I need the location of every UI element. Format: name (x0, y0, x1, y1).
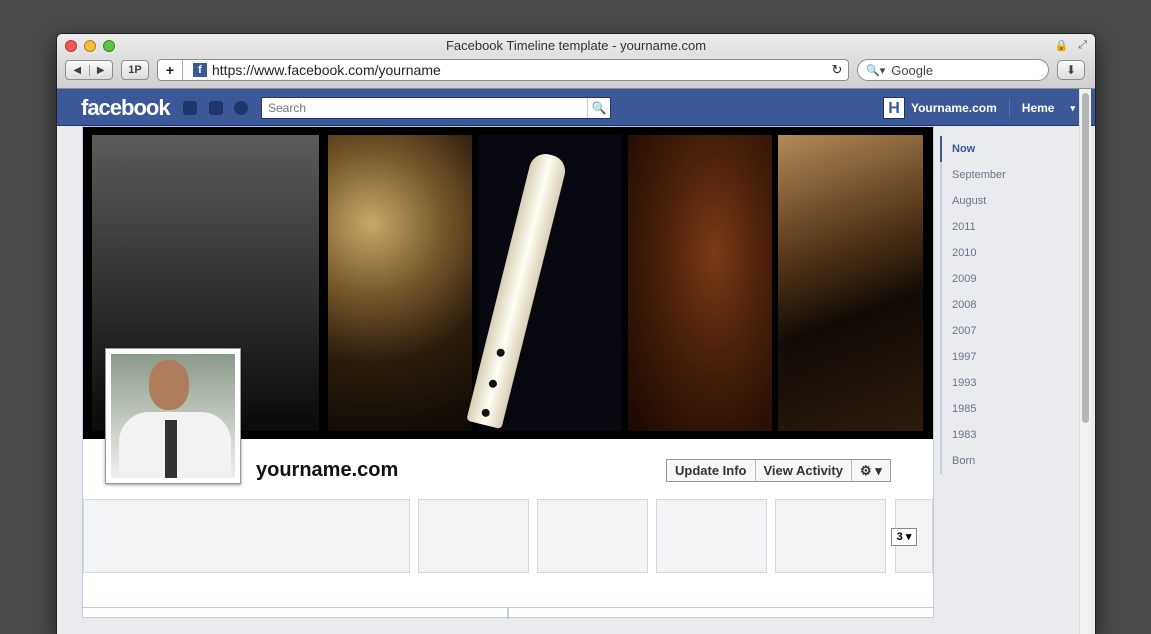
back-button[interactable]: ◀ (66, 65, 89, 76)
browser-search-placeholder: Google (891, 62, 934, 78)
more-tiles-button[interactable]: 3 ▾ (891, 528, 917, 546)
home-link[interactable]: Heme (1022, 101, 1055, 115)
scrubber-item-august[interactable]: August (940, 188, 1080, 214)
about-tile[interactable] (83, 499, 410, 573)
title-bar: Facebook Timeline template - yourname.co… (57, 34, 1095, 89)
user-nav: H Yourname.com Heme ▾ (882, 97, 1075, 119)
search-icon: 🔍▾ (866, 64, 886, 77)
search-button-icon[interactable]: 🔍 (587, 98, 610, 118)
profile-picture[interactable] (105, 348, 241, 484)
profile-photo (111, 354, 235, 478)
profile-tiles: 3 ▾ (83, 499, 933, 575)
update-info-button[interactable]: Update Info (667, 460, 756, 481)
facebook-favicon-icon: f (193, 63, 207, 77)
settings-gear-icon[interactable]: ⚙ ▾ (852, 460, 890, 481)
facebook-search-input[interactable] (262, 98, 587, 118)
reload-icon[interactable]: ↻ (826, 62, 848, 78)
recorder-hole (495, 347, 506, 358)
nav-divider (1008, 99, 1010, 117)
address-bar[interactable]: + f https://www.facebook.com/yourname ↻ (157, 59, 849, 81)
downloads-button[interactable]: ⬇ (1057, 60, 1085, 80)
facebook-top-bar: facebook 🔍 H Yourname.com Heme ▾ (57, 89, 1095, 126)
back-forward-buttons: ◀ ▶ (65, 60, 113, 80)
photos-tile[interactable] (537, 499, 648, 573)
notifications-icon[interactable] (234, 101, 248, 115)
window-icons: 🔒 ⤢ (1054, 39, 1087, 52)
scrollbar-thumb[interactable] (1082, 93, 1089, 423)
url-text[interactable]: https://www.facebook.com/yourname (212, 62, 826, 78)
add-bookmark-button[interactable]: + (158, 60, 183, 80)
scrubber-item-1985[interactable]: 1985 (940, 396, 1080, 422)
scrubber-item-1983[interactable]: 1983 (940, 422, 1080, 448)
facebook-logo[interactable]: facebook (81, 95, 171, 121)
cover-panel-recorder (466, 135, 622, 431)
browser-search-field[interactable]: 🔍▾ Google (857, 59, 1049, 81)
recorder-hole (488, 378, 498, 389)
view-activity-button[interactable]: View Activity (756, 460, 852, 481)
recorder-hole (480, 408, 491, 418)
scrubber-item-2009[interactable]: 2009 (940, 266, 1080, 292)
scrubber-item-2007[interactable]: 2007 (940, 318, 1080, 344)
user-name-link[interactable]: Yourname.com (911, 101, 997, 115)
cover-panel-trumpet (328, 135, 472, 431)
recorder-image (466, 150, 569, 430)
timeline-scrubber: Now September August 2011 2010 2009 2008… (940, 136, 1080, 474)
profile-name[interactable]: yourname.com (256, 459, 398, 482)
profile-actions: Update Info View Activity ⚙ ▾ (666, 459, 891, 482)
scrubber-item-born[interactable]: Born (940, 448, 1080, 474)
profile-head (149, 360, 189, 410)
browser-window: Facebook Timeline template - yourname.co… (57, 34, 1095, 634)
page-scrollbar[interactable] (1079, 89, 1091, 634)
messages-icon[interactable] (209, 101, 223, 115)
likes-tile[interactable] (775, 499, 886, 573)
scrubber-item-2008[interactable]: 2008 (940, 292, 1080, 318)
facebook-search-box: 🔍 (261, 97, 611, 119)
fullscreen-icon[interactable]: ⤢ (1078, 39, 1087, 52)
scrubber-item-1997[interactable]: 1997 (940, 344, 1080, 370)
user-avatar[interactable]: H (882, 97, 905, 119)
cover-panel-piano (778, 135, 923, 431)
scrubber-item-september[interactable]: September (940, 162, 1080, 188)
friends-tile[interactable] (418, 499, 529, 573)
map-tile[interactable] (656, 499, 767, 573)
scrubber-item-2011[interactable]: 2011 (940, 214, 1080, 240)
window-title: Facebook Timeline template - yourname.co… (445, 38, 707, 53)
forward-button[interactable]: ▶ (88, 64, 113, 76)
scrubber-item-now[interactable]: Now (940, 136, 1080, 162)
lock-icon: 🔒 (1054, 40, 1069, 52)
scrubber-item-2010[interactable]: 2010 (940, 240, 1080, 266)
facebook-page: facebook 🔍 H Yourname.com Heme ▾ (57, 89, 1095, 634)
timeline-content: yourname.com Update Info View Activity ⚙… (82, 126, 934, 619)
timeline-spine (507, 607, 509, 619)
friend-requests-icon[interactable] (183, 101, 197, 115)
scrubber-item-1993[interactable]: 1993 (940, 370, 1080, 396)
account-menu-chevron-down-icon[interactable]: ▾ (1070, 103, 1075, 114)
profile-tie (165, 420, 177, 478)
cover-panel-violin (628, 135, 772, 431)
1password-button[interactable]: 1P (121, 60, 149, 80)
